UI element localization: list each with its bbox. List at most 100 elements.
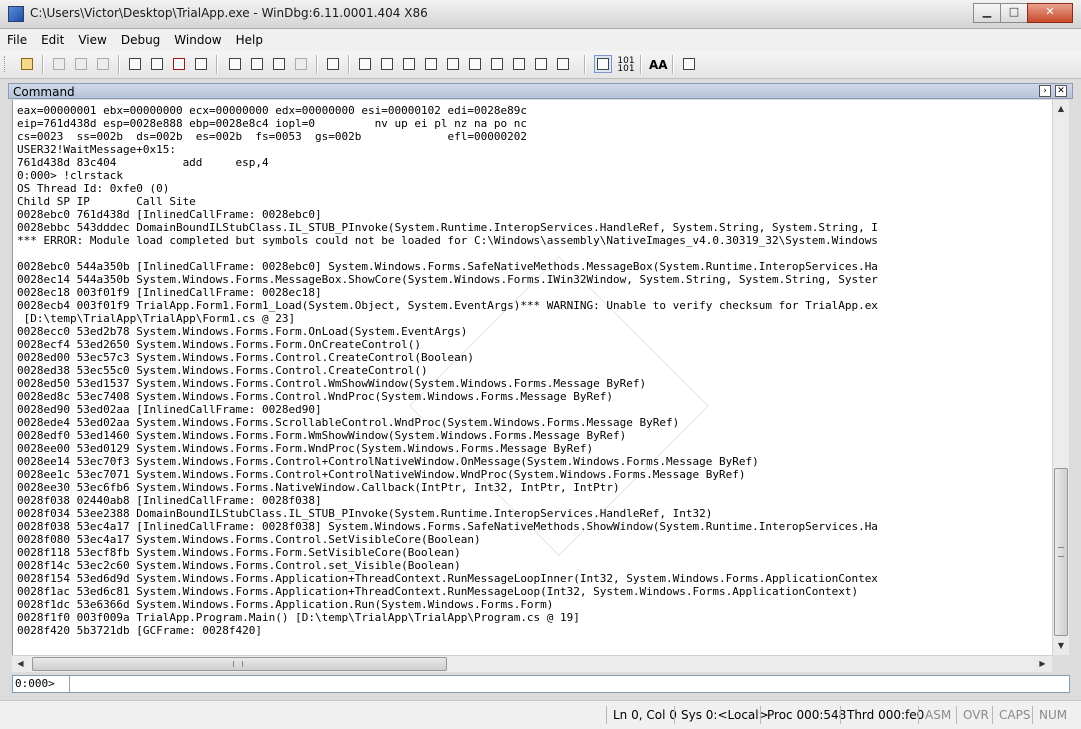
status-thrd: Thrd 000:fe0 [840, 706, 924, 724]
output-line: 0028ed90 53ed02aa [InlinedCallFrame: 002… [17, 403, 322, 416]
cut-button[interactable] [50, 55, 68, 73]
source-mode-off-button[interactable]: 101 101 [616, 55, 635, 74]
menu-file[interactable]: File [0, 29, 34, 51]
hand-icon [327, 58, 339, 70]
scratch-pad-icon [513, 58, 525, 70]
close-button[interactable]: ✕ [1027, 3, 1073, 23]
horizontal-scroll-thumb[interactable] [32, 657, 447, 671]
processes-threads-button[interactable] [532, 55, 550, 73]
command-window-title: Command [13, 85, 75, 99]
break-button[interactable] [192, 55, 210, 73]
output-line: 0028ee00 53ed0129 System.Windows.Forms.F… [17, 442, 594, 455]
output-line: 0028f1dc 53e6366d System.Windows.Forms.A… [17, 598, 554, 611]
scroll-down-button[interactable]: ▼ [1053, 637, 1069, 654]
disassembly-window-button[interactable] [488, 55, 506, 73]
status-bar: Ln 0, Col 0 Sys 0:<Local> Proc 000:548 T… [0, 700, 1081, 729]
watch-window-button[interactable] [378, 55, 396, 73]
open-source-file-button[interactable] [18, 55, 36, 73]
output-line: 0028f080 53ec4a17 System.Windows.Forms.C… [17, 533, 481, 546]
menu-bar: File Edit View Debug Window Help [0, 29, 1081, 51]
output-line: 0028f1ac 53ed6c81 System.Windows.Forms.A… [17, 585, 859, 598]
output-line: 0028ec18 003f01f9 [InlinedCallFrame: 002… [17, 286, 322, 299]
scroll-right-button[interactable]: ▶ [1034, 656, 1051, 672]
step-out-button[interactable] [270, 55, 288, 73]
memory-window-button[interactable] [444, 55, 462, 73]
horizontal-scrollbar[interactable]: ◀ ▶ [12, 655, 1052, 672]
command-window-button[interactable] [356, 55, 374, 73]
menu-edit[interactable]: Edit [34, 29, 71, 51]
toolbar-separator [216, 55, 218, 74]
status-num: NUM [1032, 706, 1076, 724]
output-line: 0028ebc0 544a350b [InlinedCallFrame: 002… [17, 260, 878, 273]
output-line: 761d438d 83c404 add esp,4 [17, 156, 269, 169]
source-mode-icon [597, 58, 609, 70]
step-out-icon [273, 58, 285, 70]
run-to-cursor-button[interactable] [292, 55, 310, 73]
scroll-left-button[interactable]: ◀ [12, 656, 29, 672]
step-into-button[interactable] [226, 55, 244, 73]
scroll-up-button[interactable]: ▲ [1053, 100, 1069, 117]
options-button[interactable] [680, 55, 698, 73]
command-window-icon [359, 58, 371, 70]
restart-button[interactable] [148, 55, 166, 73]
scroll-grip-icon [1058, 547, 1064, 557]
go-button[interactable] [126, 55, 144, 73]
status-proc: Proc 000:548 [760, 706, 846, 724]
status-sys: Sys 0:<Local> [674, 706, 769, 724]
output-line: 0028ecb4 003f01f9 TrialApp.Form1.Form1_L… [17, 299, 878, 312]
command-output-lines: eax=00000001 ebx=00000000 ecx=00000000 e… [17, 104, 878, 637]
source-mode-toggle[interactable] [594, 55, 612, 73]
call-stack-window-icon [469, 58, 481, 70]
binary-icon: 101 101 [617, 56, 635, 74]
disassembly-window-icon [491, 58, 503, 70]
maximize-button[interactable]: □ [1000, 3, 1028, 23]
menu-help[interactable]: Help [229, 29, 270, 51]
menu-window[interactable]: Window [167, 29, 228, 51]
step-over-button[interactable] [248, 55, 266, 73]
output-line: 0028f038 53ec4a17 [InlinedCallFrame: 002… [17, 520, 878, 533]
command-window-menu-button[interactable]: › [1039, 85, 1051, 97]
paste-icon [97, 58, 109, 70]
toolbar-separator [316, 55, 318, 74]
locals-window-button[interactable] [400, 55, 418, 73]
output-line: 0028f14c 53ec2c60 System.Windows.Forms.C… [17, 559, 461, 572]
menu-debug[interactable]: Debug [114, 29, 167, 51]
toolbar-separator [348, 55, 350, 74]
command-window-close-button[interactable]: ✕ [1055, 85, 1067, 97]
toolbar-grip[interactable] [4, 56, 8, 72]
window-controls: ▁ □ ✕ [973, 3, 1073, 23]
output-line: 0028ebc0 761d438d [InlinedCallFrame: 002… [17, 208, 322, 221]
insert-breakpoint-button[interactable] [324, 55, 342, 73]
vertical-scrollbar[interactable]: ▲ ▼ [1052, 100, 1069, 655]
windbg-app-icon [8, 6, 24, 22]
output-window-button[interactable] [554, 55, 572, 73]
output-line: USER32!WaitMessage+0x15: [17, 143, 176, 156]
status-asm: ASM [918, 706, 956, 724]
registers-window-icon [425, 58, 437, 70]
scroll-grip-icon [233, 661, 243, 667]
command-output[interactable]: eax=00000001 ebx=00000000 ecx=00000000 e… [12, 100, 1053, 655]
output-line: 0028ee30 53ec6fb6 System.Windows.Forms.N… [17, 481, 620, 494]
minimize-button[interactable]: ▁ [973, 3, 1001, 23]
call-stack-window-button[interactable] [466, 55, 484, 73]
font-button[interactable]: AA [648, 55, 668, 73]
paste-button[interactable] [94, 55, 112, 73]
command-input[interactable] [71, 676, 1065, 692]
memory-window-icon [447, 58, 459, 70]
step-into-icon [229, 58, 241, 70]
output-line: 0028ed50 53ed1537 System.Windows.Forms.C… [17, 377, 647, 390]
output-line: 0028edf0 53ed1460 System.Windows.Forms.F… [17, 429, 627, 442]
output-line: eip=761d438d esp=0028e888 ebp=0028e8c4 i… [17, 117, 527, 130]
copy-button[interactable] [72, 55, 90, 73]
status-ln-col: Ln 0, Col 0 [606, 706, 677, 724]
status-caps: CAPS [992, 706, 1032, 724]
output-line: 0028ec14 544a350b System.Windows.Forms.M… [17, 273, 878, 286]
output-line: 0028ee1c 53ec7071 System.Windows.Forms.C… [17, 468, 746, 481]
registers-window-button[interactable] [422, 55, 440, 73]
processes-threads-icon [535, 58, 547, 70]
scratch-pad-button[interactable] [510, 55, 528, 73]
stop-debugging-icon [173, 58, 185, 70]
stop-debugging-button[interactable] [170, 55, 188, 73]
vertical-scroll-thumb[interactable] [1054, 468, 1068, 636]
menu-view[interactable]: View [71, 29, 113, 51]
